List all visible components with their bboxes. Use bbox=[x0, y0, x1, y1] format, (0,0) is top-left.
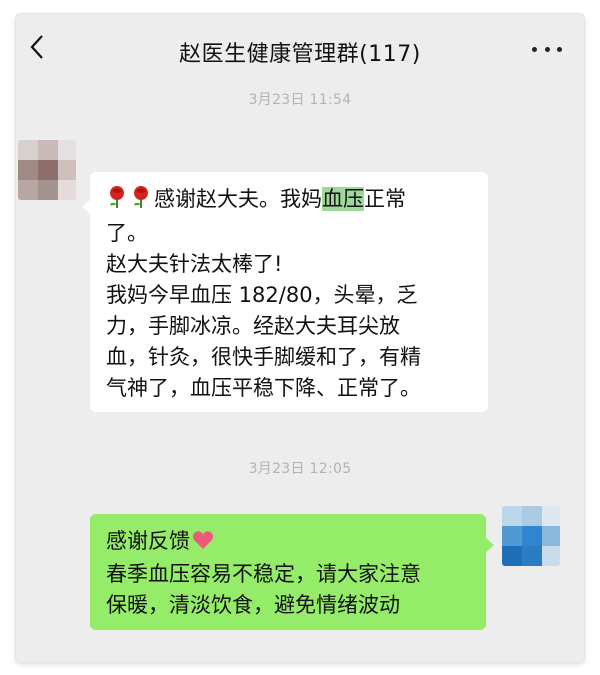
more-dot-icon bbox=[532, 46, 537, 52]
message-line: 赵大夫针法太棒了! bbox=[106, 252, 283, 276]
message-timestamp: 3月23日 11:54 bbox=[248, 92, 352, 108]
rose-icon bbox=[106, 185, 128, 218]
bubble-tail bbox=[486, 538, 494, 552]
message-bubble-left[interactable]: 感谢赵大夫。我妈血压正常 了。 赵大夫针法太棒了! 我妈今早血压 182/80，… bbox=[90, 172, 488, 412]
chat-window: 赵医生健康管理群(117) 3月23日 11:54 感谢赵大夫。我妈血压正常 了… bbox=[16, 14, 584, 662]
message-text: 感谢反馈 bbox=[106, 529, 190, 553]
rose-icon bbox=[130, 185, 152, 218]
more-dot-icon bbox=[544, 46, 550, 52]
message-line: 气神了，血压平稳下降、正常了。 bbox=[106, 376, 421, 400]
chat-title: 赵医生健康管理群(117) bbox=[179, 42, 421, 67]
more-dot-icon bbox=[557, 46, 562, 52]
self-avatar[interactable] bbox=[502, 506, 560, 566]
message-text: 正常 bbox=[364, 187, 406, 211]
message-line: 力，手脚冰凉。经赵大夫耳尖放 bbox=[106, 314, 400, 338]
message-line: 感谢赵大夫。我妈血压正常 bbox=[106, 184, 472, 218]
message-text: 感谢赵大夫。我妈 bbox=[154, 187, 322, 211]
message-line: 我妈今早血压 182/80，头晕，乏 bbox=[106, 283, 418, 307]
heart-icon bbox=[192, 528, 214, 559]
message-line: 春季血压容易不稳定，请大家注意 bbox=[106, 562, 421, 586]
message-timestamp: 3月23日 12:05 bbox=[248, 461, 352, 477]
more-options-button[interactable] bbox=[532, 42, 562, 56]
highlighted-text: 血压 bbox=[322, 187, 364, 211]
message-line: 了。 bbox=[106, 221, 148, 245]
bubble-tail bbox=[82, 200, 90, 214]
message-line: 保暖，清淡饮食，避免情绪波动 bbox=[106, 593, 400, 617]
message-line: 感谢反馈 bbox=[106, 526, 470, 559]
sender-avatar[interactable] bbox=[18, 140, 76, 200]
message-line: 血，针灸，很快手脚缓和了，有精 bbox=[106, 345, 421, 369]
chat-header: 赵医生健康管理群(117) bbox=[16, 14, 584, 84]
message-bubble-right[interactable]: 感谢反馈 春季血压容易不稳定，请大家注意 保暖，清淡饮食，避免情绪波动 bbox=[90, 514, 486, 630]
